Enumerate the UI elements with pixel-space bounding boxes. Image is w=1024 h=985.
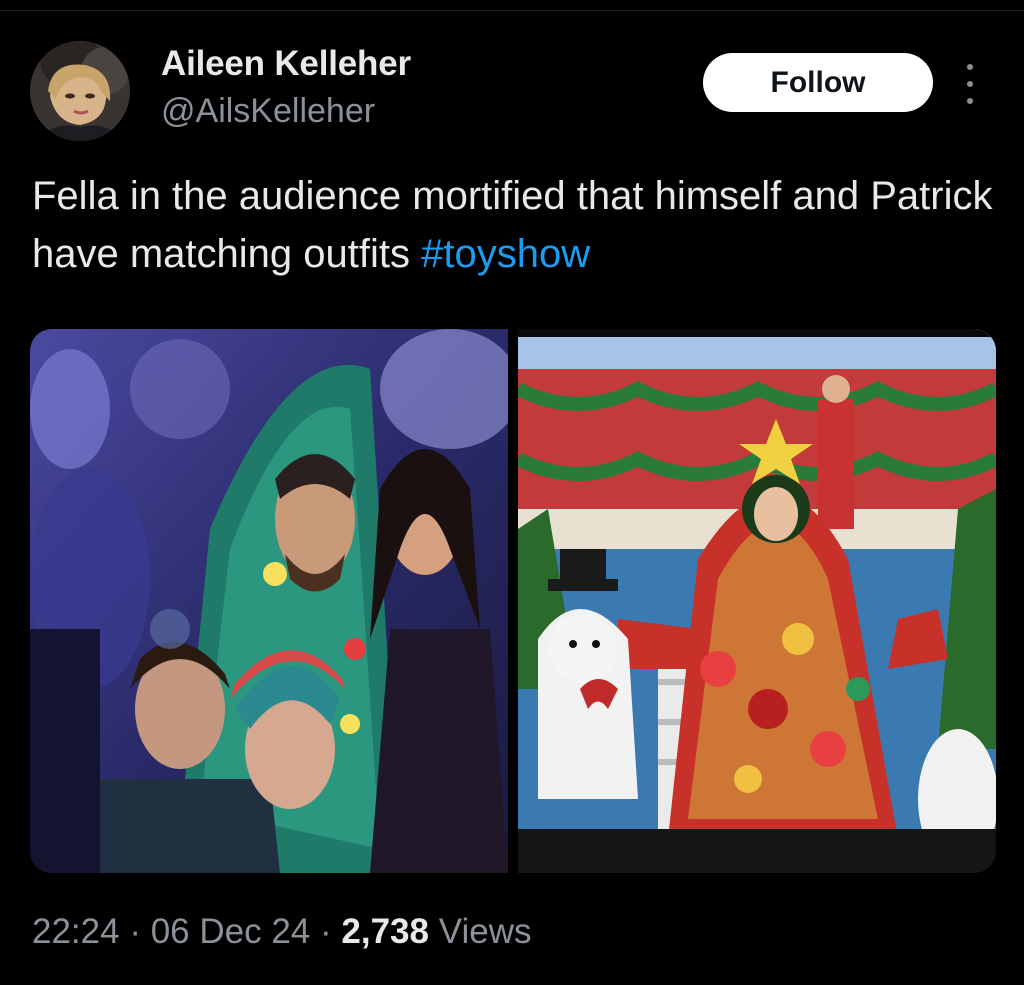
stage-photo[interactable]: [518, 329, 996, 873]
tweet-meta: 22:24 · 06 Dec 24 · 2,738 Views: [32, 912, 531, 952]
author-name[interactable]: Aileen Kelleher: [161, 44, 411, 84]
follow-button[interactable]: Follow: [703, 53, 933, 112]
more-dot: [967, 64, 973, 70]
tweet-date[interactable]: 06 Dec 24: [151, 912, 311, 951]
tweet-text: Fella in the audience mortified that him…: [32, 167, 1002, 283]
more-dot: [967, 98, 973, 104]
tweet-media[interactable]: [30, 329, 996, 873]
views-label: Views: [438, 912, 532, 951]
avatar-image: [30, 41, 130, 141]
author-handle[interactable]: @AilsKelleher: [161, 92, 375, 131]
audience-photo-image: [30, 329, 508, 873]
avatar[interactable]: [30, 41, 130, 141]
top-divider: [0, 10, 1024, 11]
meta-separator: ·: [129, 912, 141, 951]
stage-photo-image: [518, 329, 996, 873]
meta-separator: ·: [320, 912, 332, 951]
hashtag-link[interactable]: #toyshow: [421, 232, 590, 276]
views-count: 2,738: [341, 912, 429, 951]
more-dot: [967, 81, 973, 87]
tweet-time[interactable]: 22:24: [32, 912, 120, 951]
audience-photo[interactable]: [30, 329, 508, 873]
more-vertical-icon[interactable]: [960, 64, 980, 104]
